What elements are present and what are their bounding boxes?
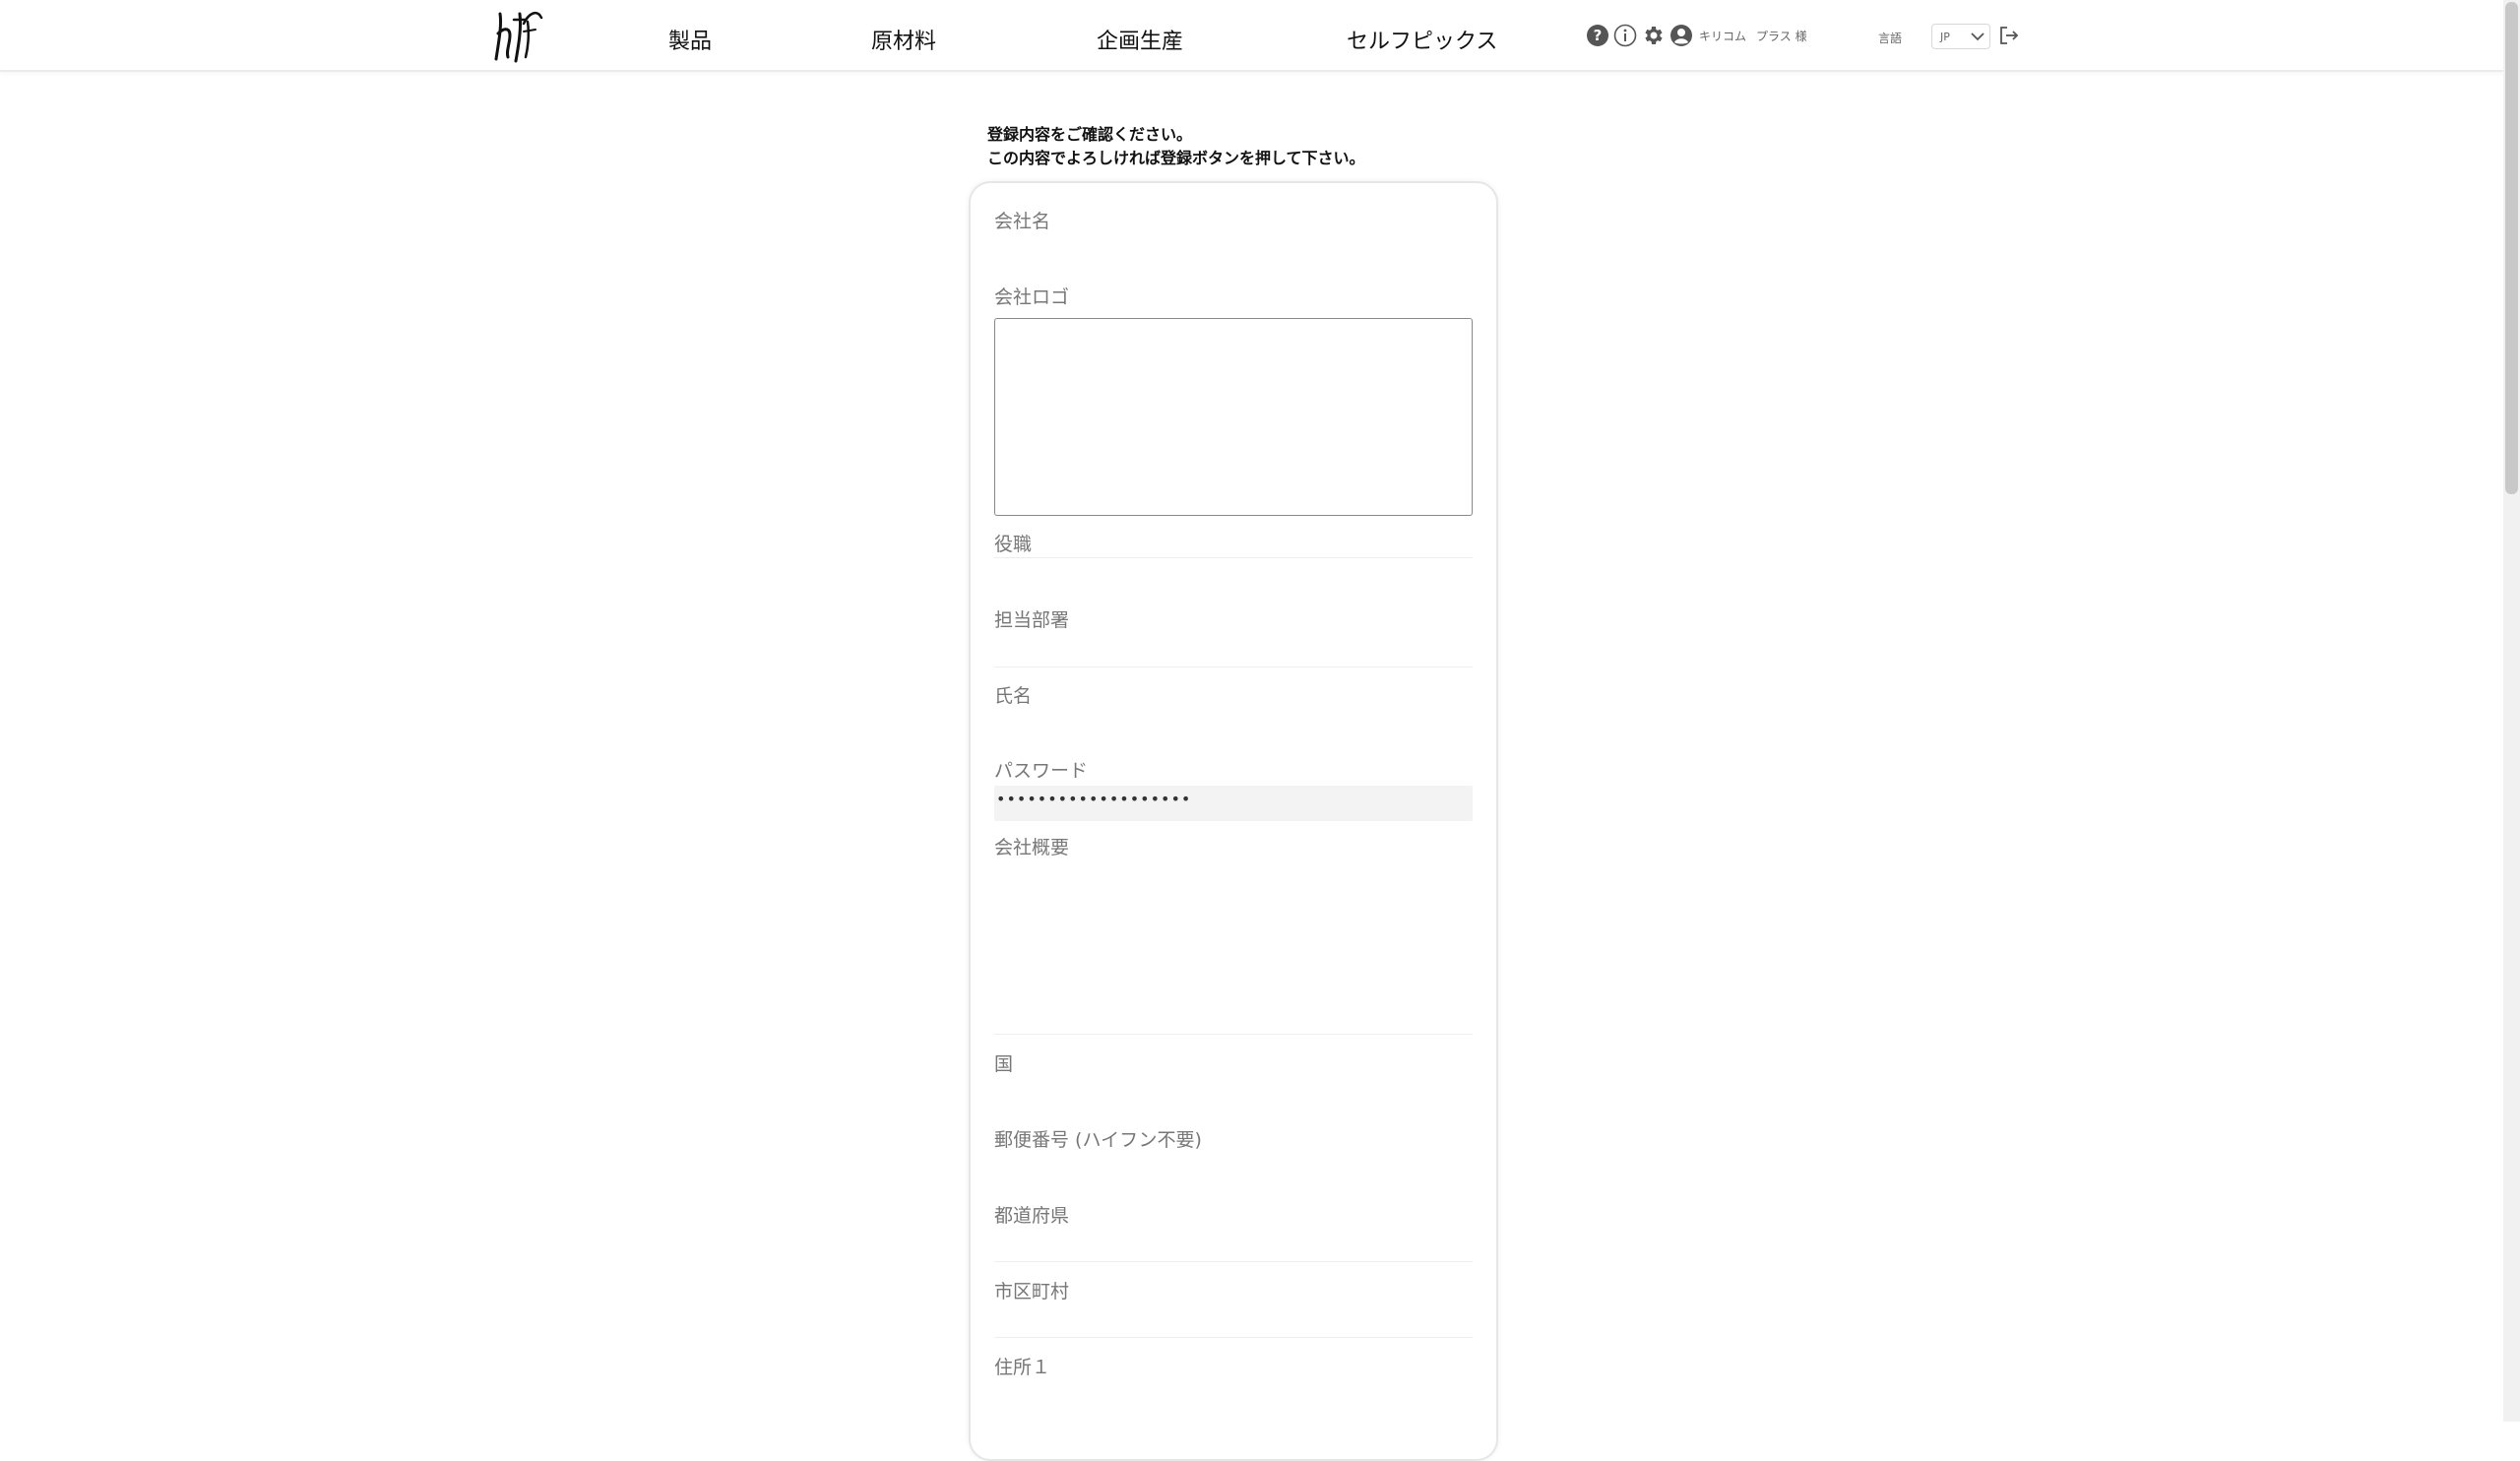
top-header: 製品 原材料 企画生産 セルフピックス ? キリコム プラス 様 言語 JP [0, 0, 2503, 72]
password-value: ••••••••••••••••••• [994, 786, 1473, 821]
prefecture-divider [994, 1261, 1473, 1262]
password-label: パスワード [994, 760, 1089, 782]
help-icon[interactable]: ? [1586, 24, 1609, 47]
position-label: 役職 [994, 534, 1033, 555]
company-logo-preview [994, 318, 1473, 516]
name-label: 氏名 [994, 685, 1033, 707]
address1-label: 住所１ [994, 1357, 1051, 1378]
company-name-label: 会社名 [994, 211, 1051, 232]
city-label: 市区町村 [994, 1281, 1070, 1302]
position-divider [994, 557, 1473, 558]
language-value: JP [1940, 31, 1950, 43]
language-label: 言語 [1878, 32, 1903, 45]
company-logo-label: 会社ロゴ [994, 286, 1070, 308]
postal-code-label: 郵便番号 (ハイフン不要) [994, 1129, 1202, 1151]
city-divider [994, 1337, 1473, 1338]
nav-materials[interactable]: 原材料 [871, 24, 936, 55]
user-name: プラス 様 [1756, 30, 1807, 43]
confirmation-line-2: この内容でよろしければ登録ボタンを押して下さい。 [987, 149, 1365, 167]
page-scrollbar[interactable] [2503, 0, 2520, 1422]
brand-logo[interactable] [490, 6, 549, 63]
chevron-down-icon [1971, 32, 1984, 41]
nav-products[interactable]: 製品 [668, 24, 712, 55]
language-select[interactable]: JP [1931, 24, 1990, 49]
prefecture-label: 都道府県 [994, 1205, 1070, 1227]
user-account-icon[interactable] [1670, 24, 1693, 47]
country-label: 国 [994, 1053, 1014, 1075]
logout-icon[interactable] [1998, 25, 2020, 46]
gear-icon[interactable] [1641, 24, 1665, 47]
nav-planning-production[interactable]: 企画生産 [1097, 24, 1183, 55]
scrollbar-thumb[interactable] [2505, 2, 2518, 494]
nav-self-picks[interactable]: セルフピックス [1347, 24, 1497, 55]
info-icon[interactable] [1613, 24, 1637, 47]
department-label: 担当部署 [994, 609, 1070, 631]
svg-text:?: ? [1594, 27, 1603, 44]
company-summary-value [994, 863, 1473, 1035]
confirmation-message: 登録内容をご確認ください。 この内容でよろしければ登録ボタンを押して下さい。 [987, 123, 1365, 170]
company-summary-label: 会社概要 [994, 837, 1070, 858]
user-company: キリコム [1699, 30, 1747, 43]
confirmation-line-1: 登録内容をご確認ください。 [987, 125, 1193, 144]
